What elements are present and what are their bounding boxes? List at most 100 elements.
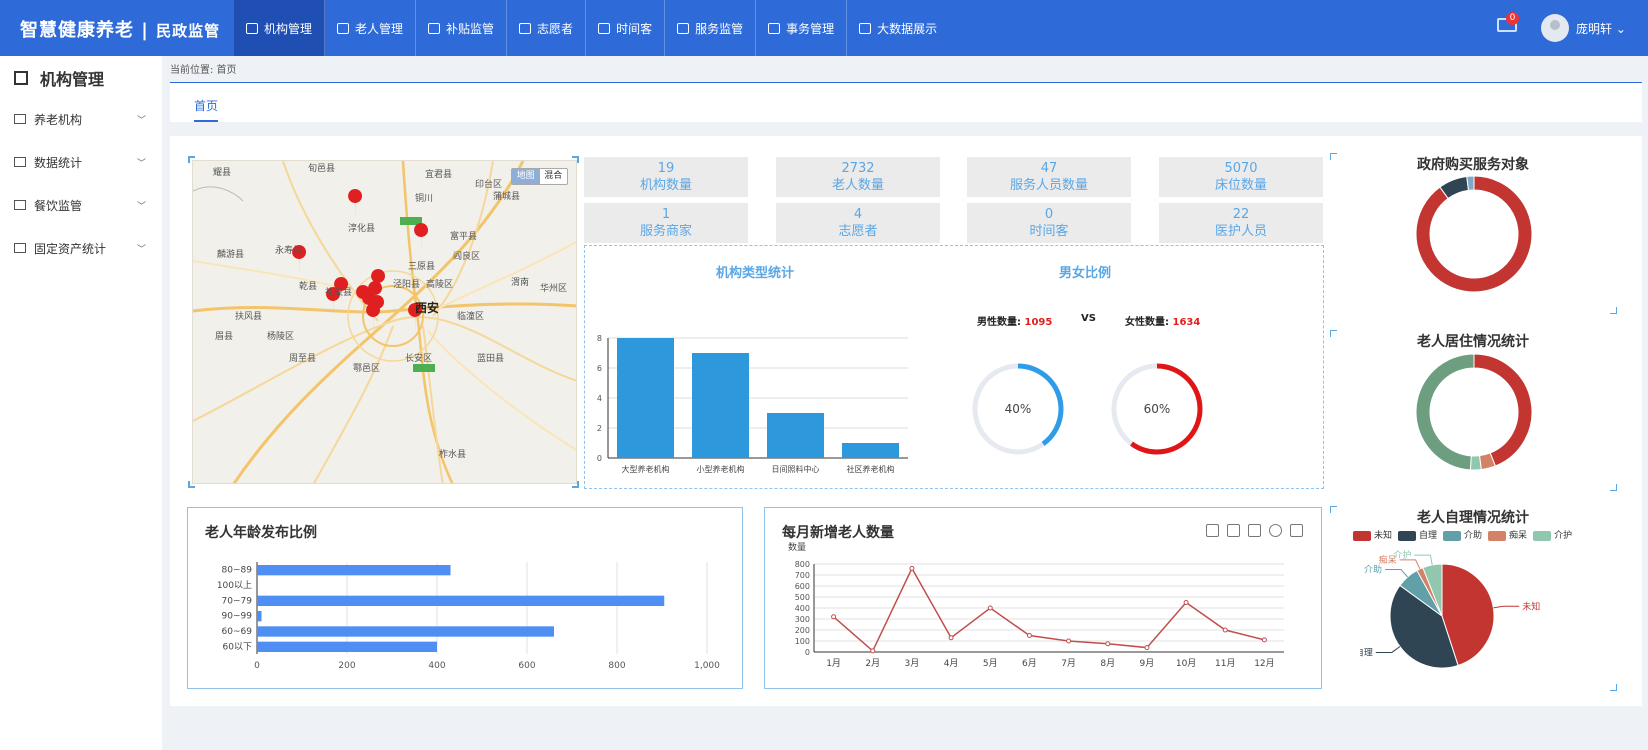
x-tick-label: 8月 — [1100, 658, 1115, 669]
data-view-icon[interactable] — [1206, 524, 1219, 537]
stat-card-medical: 22 医护人员 — [1159, 203, 1323, 243]
map-label: 泾阳县 — [393, 280, 421, 290]
bar — [257, 611, 262, 622]
map-label: 富平县 — [450, 232, 478, 242]
self-care-title: 老人自理情况统计 — [1417, 510, 1529, 526]
female-ratio-ring: 60% — [1111, 363, 1203, 455]
y-tick-label: 4 — [597, 394, 602, 403]
y-tick-label: 800 — [795, 560, 810, 569]
line-chart-icon[interactable] — [1227, 524, 1240, 537]
nav-bigdata[interactable]: 大数据展示 — [847, 0, 949, 56]
label-line — [1493, 605, 1520, 609]
x-tick-label: 11月 — [1215, 658, 1235, 669]
data-point — [870, 648, 876, 654]
female-ratio-label: 60% — [1144, 402, 1171, 416]
frame-corner — [188, 156, 195, 163]
data-point — [1026, 633, 1032, 638]
tab-home[interactable]: 首页 — [194, 97, 219, 122]
map-label: 蒲城县 — [493, 192, 521, 202]
stat-card-institutions: 19 机构数量 — [584, 157, 748, 197]
y-tick-label: 8 — [597, 334, 602, 343]
y-tick-label: 60以下 — [223, 642, 252, 652]
refresh-icon[interactable] — [1269, 524, 1282, 537]
y-tick-label: 60~69 — [222, 627, 253, 637]
x-tick-label: 5月 — [983, 658, 998, 669]
frame-corner — [1330, 153, 1337, 160]
age-distribution-title: 老人年龄发布比例 — [205, 525, 317, 541]
x-tick-label: 3月 — [905, 658, 920, 669]
stat-card-staff: 47 服务人员数量 — [967, 157, 1131, 197]
nav-service[interactable]: 服务监管 — [665, 0, 757, 56]
monthly-new-title: 每月新增老人数量 — [782, 525, 894, 541]
monitor-icon — [14, 243, 26, 253]
map-label: 扶风县 — [235, 312, 263, 322]
nav-elderly[interactable]: 老人管理 — [325, 0, 417, 56]
affairs-icon — [768, 22, 781, 34]
chart-icon — [859, 22, 872, 34]
brand-logo[interactable]: 智慧健康养老 | 民政监管 — [20, 16, 220, 42]
tab-bar: 首页 — [170, 82, 1642, 122]
bar — [692, 353, 749, 458]
nav-subsidy[interactable]: 补贴监管 — [416, 0, 508, 56]
volunteer-icon — [519, 22, 532, 34]
sidebar-item-institutions[interactable]: 养老机构 ﹀ — [14, 108, 154, 130]
donut-slice — [1473, 353, 1533, 467]
slice-label: 介护 — [1393, 549, 1411, 561]
data-point — [1105, 641, 1111, 647]
map-roads — [193, 161, 576, 483]
x-tick-label: 大型养老机构 — [622, 464, 670, 474]
chevron-down-icon: ﹀ — [136, 244, 146, 255]
map-label: 渭南 — [511, 278, 530, 288]
sidebar-item-statistics[interactable]: 数据统计 ﹀ — [14, 151, 154, 173]
map-view[interactable]: 耀县 旬邑县 宜君县 印台区 铜川 淳化县 蒲城县 富平县 麟游县 永寿县 三原… — [192, 160, 577, 484]
x-tick-label: 200 — [338, 661, 355, 671]
map-label: 周至县 — [289, 354, 317, 364]
donut-slice — [1466, 175, 1475, 191]
map-label-xian: 西安 — [415, 301, 440, 315]
data-point — [831, 614, 837, 620]
institution-type-chart: 0 2 4 6 8 大型养老机构 小型养老机构 日间照料中心 社区养老机构 — [597, 334, 908, 474]
avatar[interactable] — [1541, 14, 1569, 42]
slice-label: 自理 — [1360, 646, 1373, 658]
donut-slice — [1469, 455, 1482, 471]
data-point — [1261, 637, 1267, 643]
user-menu[interactable]: 庞明轩 ⌄ — [1576, 20, 1626, 37]
nav-affairs[interactable]: 事务管理 — [756, 0, 848, 56]
map-label: 麟游县 — [217, 250, 245, 260]
x-tick-label: 400 — [428, 661, 445, 671]
vs-label: VS — [1081, 313, 1096, 324]
female-count: 女性数量: 1634 — [1125, 317, 1201, 328]
y-tick-label: 300 — [795, 615, 810, 624]
sidebar-item-catering[interactable]: 餐饮监管 ﹀ — [14, 194, 154, 216]
frame-corner — [1610, 684, 1617, 691]
chevron-down-icon: ﹀ — [136, 115, 146, 126]
map-label: 耀县 — [213, 168, 232, 178]
building-icon — [14, 71, 28, 85]
map-label: 蓝田县 — [477, 354, 505, 364]
y-tick-label: 70~79 — [222, 596, 253, 606]
nav-timebank[interactable]: 时间客 — [586, 0, 666, 56]
nav-volunteer[interactable]: 志愿者 — [507, 0, 587, 56]
bar — [767, 413, 824, 458]
map-mode-button[interactable]: 地图 — [512, 169, 540, 184]
y-tick-label: 0 — [805, 648, 810, 657]
map-label: 三原县 — [408, 262, 436, 272]
map-label: 鄠邑区 — [353, 364, 381, 374]
map-label: 淳化县 — [348, 224, 376, 234]
nav-institution[interactable]: 机构管理 — [234, 0, 326, 56]
male-ratio-ring: 40% — [972, 363, 1064, 455]
living-status-title: 老人居住情况统计 — [1417, 334, 1529, 350]
frame-corner — [572, 481, 579, 488]
data-point — [1222, 627, 1228, 633]
download-icon[interactable] — [1290, 524, 1303, 537]
y-tick-label: 200 — [795, 626, 810, 635]
donut-slice — [1415, 353, 1475, 471]
y-tick-label: 80~89 — [222, 566, 253, 576]
home-icon — [14, 114, 26, 124]
bar-chart-icon[interactable] — [1248, 524, 1261, 537]
hybrid-mode-button[interactable]: 混合 — [540, 169, 568, 184]
sidebar-item-assets[interactable]: 固定资产统计 ﹀ — [14, 237, 154, 259]
label-line — [1375, 646, 1401, 653]
y-tick-label: 2 — [597, 424, 602, 433]
y-tick-label: 400 — [795, 604, 810, 613]
